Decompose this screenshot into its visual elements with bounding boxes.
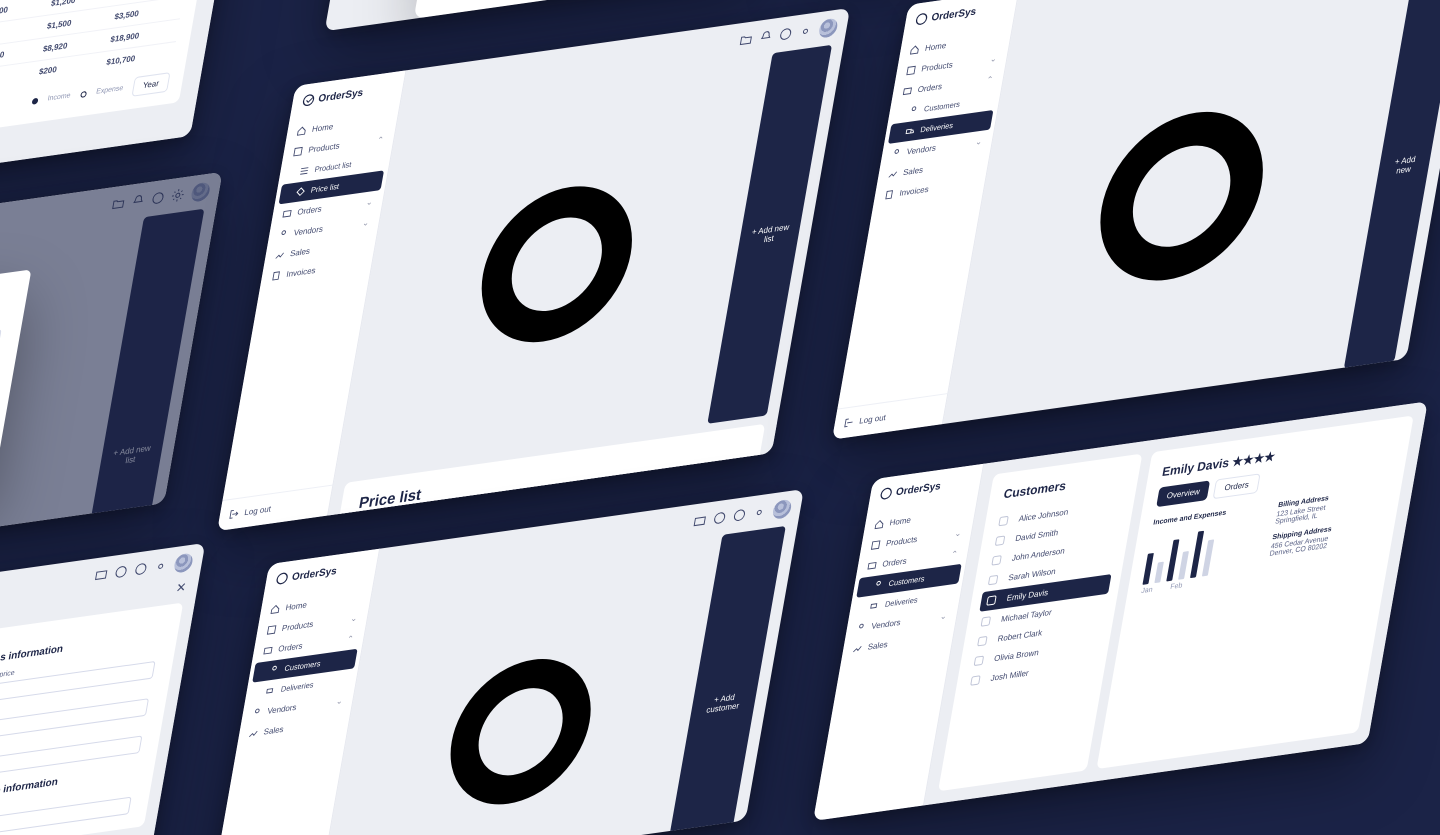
bell-icon[interactable] [759,30,773,44]
login-card: Log in Sign in to access your account En… [414,0,713,19]
gear-icon[interactable] [752,505,766,519]
gear-small-icon[interactable] [347,54,767,475]
gear-small-icon[interactable] [955,0,1409,424]
help-icon[interactable] [732,508,746,522]
tab-overview[interactable]: Overview [1156,480,1210,507]
window-add-product: OrderSys Home Products⌃ Product list Pri… [0,543,205,835]
window-pricelist: OrderSys Home Products⌃ Product list Pri… [217,8,850,531]
window-customers: OrderSys Home Products⌄ Orders⌃ Customer… [211,489,804,835]
name-field[interactable] [0,329,2,377]
close-icon[interactable]: ✕ [175,580,188,596]
avatar[interactable] [771,499,792,520]
window-deliveries: OrderSys Home Products⌄ Orders⌃ Customer… [832,0,1440,440]
folder-icon[interactable] [739,33,753,47]
year-selector[interactable]: Year [131,72,170,97]
gear-icon[interactable] [798,24,812,38]
window-customer-detail: OrderSys Home Products⌄ Orders⌃ Customer… [813,401,1428,821]
folder-icon[interactable] [94,568,108,582]
window-pricelist-modal: + Add new list Price list Updates 32% ma… [0,172,223,581]
folder-icon[interactable] [693,514,707,528]
avatar[interactable] [818,18,839,39]
tab-orders[interactable]: Orders [1213,473,1260,499]
help-icon[interactable] [779,27,793,41]
avatar[interactable] [173,553,194,574]
help-icon[interactable] [134,562,148,576]
bell-icon[interactable] [713,511,727,525]
bell-icon[interactable] [114,565,128,579]
gear-icon[interactable] [154,559,168,573]
card-projects: Projects NameBilled hoursUnbilledExpecte… [0,0,211,146]
